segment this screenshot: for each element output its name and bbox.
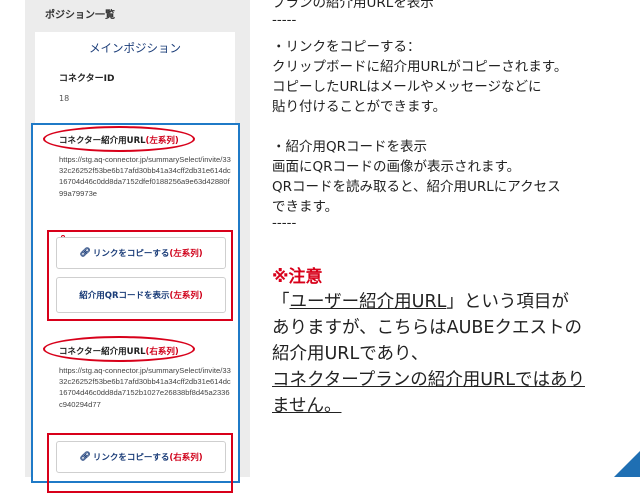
show-qr-left-button[interactable]: 紹介用QRコードを表示 (左系列) [56,277,226,313]
position-list-title: ポジション一覧 [45,10,115,21]
highlight-box-blue: コネクター紹介用URL(左系列) https://stg.aq-connecto… [31,123,240,493]
copy-line: コピーしたURLはメールやメッセージなどに [272,79,542,95]
copy-heading: ・リンクをコピーする： [272,39,421,55]
right-url-text[interactable]: https://stg.aq-connector.jp/summarySelec… [59,365,231,410]
qr-line: QRコードを読み取ると、紹介用URLにアクセス [272,179,561,195]
warning-line: 「ユーザー紹介用URL」という項目が [272,292,569,312]
qr-line: できます。 [272,199,339,215]
qr-heading: ・紹介用QRコードを表示 [272,139,428,155]
separator: ----- [272,12,297,28]
warning-line: ありますが、こちらはAUBEクエストの [272,318,582,338]
copy-link-left-button[interactable]: 🔗︎ リンクをコピーする (左系列) [56,237,226,269]
link-icon: 🔗︎ [79,248,91,258]
copy-line: 貼り付けることができます。 [272,99,447,115]
main-position-card: メインポジション コネクターID 18 [35,32,235,124]
corner-triangle [614,451,640,477]
annotation-ellipse [43,126,195,152]
copy-link-right-button[interactable]: 🔗︎ リンクをコピーする (右系列) [56,441,226,473]
warning-title: ※注意 [272,267,323,287]
link-icon: 🔗︎ [79,452,91,462]
qr-line: 画面にQRコードの画像が表示されます。 [272,159,521,175]
copy-line: クリップボードに紹介用URLがコピーされます。 [272,59,568,75]
warning-line: 紹介用URLであり、 [272,344,429,364]
explanation-line: プランの紹介用URLを表示 [272,0,434,11]
separator: ----- [272,215,297,231]
warning-line: ません。 [272,396,342,416]
warning-line: コネクタープランの紹介用URLではあり [272,370,585,390]
connector-id-value: 18 [59,94,70,103]
main-position-title: メインポジション [89,41,181,55]
annotation-ellipse [43,336,195,362]
left-url-text[interactable]: https://stg.aq-connector.jp/summarySelec… [59,154,231,199]
connector-id-label: コネクターID [59,74,115,84]
